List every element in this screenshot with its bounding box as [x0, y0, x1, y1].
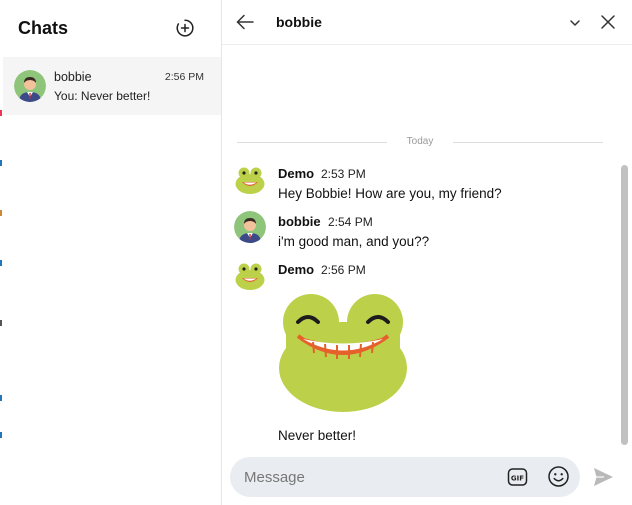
close-icon	[601, 15, 615, 29]
frog-avatar	[234, 259, 266, 291]
frog-grin-sticker[interactable]	[278, 292, 408, 414]
message-time: 2:54 PM	[328, 215, 373, 229]
date-divider-label: Today	[406, 136, 434, 147]
add-circle-icon	[176, 19, 194, 37]
send-icon	[594, 468, 613, 486]
frog-avatar	[234, 163, 266, 195]
smiley-icon	[548, 466, 569, 487]
conversation-title: bobbie	[276, 14, 322, 30]
sidebar-title: Chats	[18, 18, 69, 38]
new-chat-button[interactable]	[175, 18, 195, 38]
chevron-down-icon	[570, 20, 580, 26]
conversation-name: bobbie	[54, 70, 92, 84]
message-text: i'm good man, and you??	[278, 234, 430, 249]
collapse-button[interactable]	[568, 16, 582, 30]
message-sender: bobbie	[278, 214, 321, 229]
message-sender: Demo	[278, 166, 315, 181]
gif-label: GIF	[511, 475, 524, 483]
send-button[interactable]	[592, 466, 615, 488]
emoji-button[interactable]	[547, 465, 570, 488]
avatar	[234, 211, 266, 243]
chat-header: bobbie	[222, 0, 632, 45]
date-divider: Today	[237, 136, 603, 147]
thread-scrollbar[interactable]	[621, 165, 628, 445]
gif-icon: GIF	[507, 468, 528, 486]
avatar	[14, 70, 46, 102]
arrow-left-icon	[236, 14, 254, 30]
chat-sidebar: Chats bobbie 2:56 PM You: Never better!	[3, 0, 222, 505]
message-sender: Demo	[278, 262, 315, 277]
gif-button[interactable]: GIF	[507, 467, 528, 487]
close-button[interactable]	[599, 13, 617, 31]
message-input-placeholder: Message	[244, 469, 305, 486]
message-time: 2:56 PM	[321, 263, 366, 277]
conversation-preview: You: Never better!	[54, 89, 151, 103]
message-text: Never better!	[278, 428, 357, 443]
message-text: Hey Bobbie! How are you, my friend?	[278, 186, 502, 201]
conversation-item-bobbie[interactable]: bobbie 2:56 PM You: Never better!	[3, 57, 221, 115]
message-time: 2:53 PM	[321, 167, 366, 181]
conversation-time: 2:56 PM	[164, 71, 204, 83]
back-button[interactable]	[235, 12, 255, 32]
